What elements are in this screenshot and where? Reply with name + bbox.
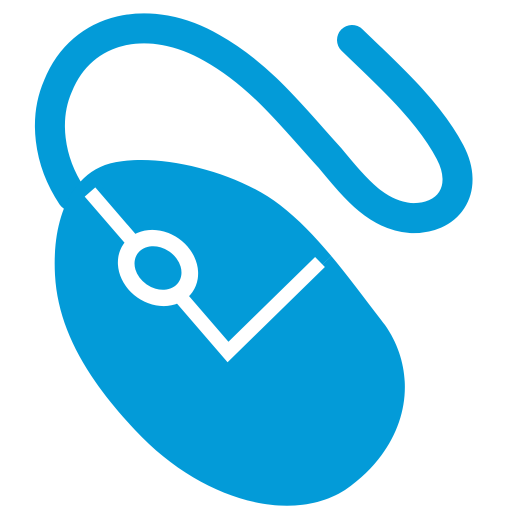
computer-mouse-icon bbox=[34, 13, 473, 506]
icon-canvas bbox=[0, 0, 512, 512]
